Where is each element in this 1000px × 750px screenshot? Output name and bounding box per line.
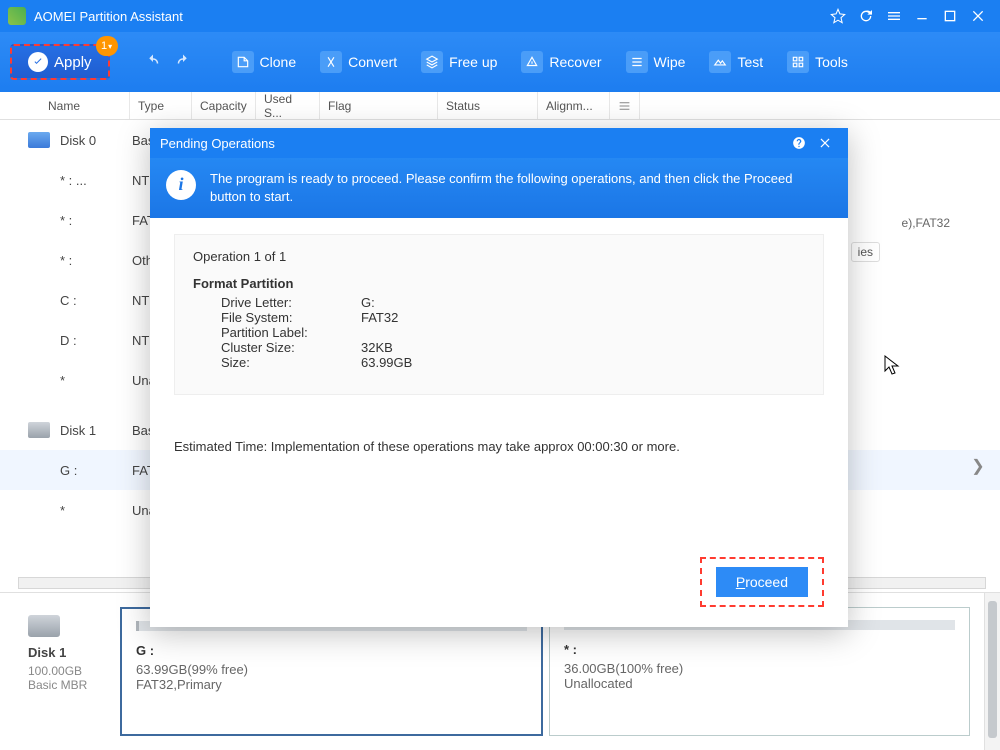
partition-name: C : (60, 293, 132, 308)
tool-test[interactable]: Test (709, 51, 763, 73)
disk-icon (28, 132, 50, 148)
minimize-icon[interactable] (908, 2, 936, 30)
detail-label: Size: (221, 355, 361, 370)
proceed-button[interactable]: Proceed (716, 567, 808, 597)
detail-label: Cluster Size: (221, 340, 361, 355)
header-alignment[interactable]: Alignm... (538, 92, 610, 119)
disk-table-header: Name Type Capacity Used S... Flag Status… (0, 92, 1000, 120)
header-name[interactable]: Name (0, 92, 130, 119)
help-icon[interactable] (786, 136, 812, 150)
disk-icon (28, 615, 60, 637)
header-columns-icon[interactable] (610, 92, 640, 119)
expand-arrow-icon[interactable]: ❯ (968, 456, 988, 476)
partition-name: * : (60, 213, 132, 228)
main-toolbar: Apply 1 Clone Convert Free up Recover Wipe Te… (0, 32, 1000, 92)
header-flag[interactable]: Flag (320, 92, 438, 119)
tool-label: Clone (260, 54, 297, 70)
disk-summary-name: Disk 1 (28, 645, 120, 660)
titlebar: AOMEI Partition Assistant (0, 0, 1000, 32)
disk-name: Disk 1 (60, 423, 132, 438)
app-title: AOMEI Partition Assistant (34, 9, 183, 24)
header-used[interactable]: Used S... (256, 92, 320, 119)
v-scrollbar[interactable] (984, 593, 1000, 750)
partition-name: G : (60, 463, 132, 478)
tool-label: Free up (449, 54, 497, 70)
convert-icon (320, 51, 342, 73)
tool-clone[interactable]: Clone (232, 51, 297, 73)
part-box-size: 36.00GB(100% free) (564, 661, 955, 676)
header-capacity[interactable]: Capacity (192, 92, 256, 119)
operation-count: Operation 1 of 1 (193, 249, 805, 264)
partition-name: * (60, 373, 132, 388)
detail-value: G: (361, 295, 375, 310)
tool-convert[interactable]: Convert (320, 51, 397, 73)
detail-value: FAT32 (361, 310, 398, 325)
operation-detail-row: Partition Label: (221, 325, 805, 340)
disk-name: Disk 0 (60, 133, 132, 148)
header-status[interactable]: Status (438, 92, 538, 119)
app-logo-icon (8, 7, 26, 25)
disk-summary-type: Basic MBR (28, 678, 120, 692)
tool-tools[interactable]: Tools (787, 51, 848, 73)
detail-label: Partition Label: (221, 325, 361, 340)
partition-name: * : ... (60, 173, 132, 188)
tool-label: Recover (549, 54, 601, 70)
dialog-titlebar[interactable]: Pending Operations (150, 128, 848, 158)
partition-name: * : (60, 253, 132, 268)
apply-button[interactable]: Apply 1 (10, 44, 110, 80)
part-box-fs: FAT32,Primary (136, 677, 527, 692)
detail-value: 32KB (361, 340, 393, 355)
detail-value: 63.99GB (361, 355, 412, 370)
tool-label: Tools (815, 54, 848, 70)
disk-icon (28, 422, 50, 438)
operation-detail-row: Cluster Size:32KB (221, 340, 805, 355)
redo-button[interactable] (172, 51, 194, 73)
truncated-label: e),FAT32 (902, 216, 950, 230)
info-icon: i (166, 170, 196, 200)
test-icon (709, 51, 731, 73)
detail-label: File System: (221, 310, 361, 325)
fav-icon[interactable] (824, 2, 852, 30)
tool-label: Convert (348, 54, 397, 70)
disk-summary-size: 100.00GB (28, 664, 120, 678)
dialog-close-icon[interactable] (812, 136, 838, 150)
cursor-icon (884, 355, 900, 375)
tool-wipe[interactable]: Wipe (626, 51, 686, 73)
operation-detail-row: File System:FAT32 (221, 310, 805, 325)
part-box-fs: Unallocated (564, 676, 955, 691)
part-box-name: G : (136, 643, 527, 658)
recover-icon (521, 51, 543, 73)
part-box-size: 63.99GB(99% free) (136, 662, 527, 677)
tool-free-up[interactable]: Free up (421, 51, 497, 73)
dialog-title: Pending Operations (160, 136, 275, 151)
tools-icon (787, 51, 809, 73)
apply-label: Apply (54, 54, 92, 71)
properties-button[interactable]: ies (851, 242, 880, 262)
refresh-icon[interactable] (852, 2, 880, 30)
operation-detail-row: Drive Letter:G: (221, 295, 805, 310)
estimated-time: Estimated Time: Implementation of these … (174, 439, 824, 454)
partition-name: D : (60, 333, 132, 348)
operation-title: Format Partition (193, 276, 805, 291)
maximize-icon[interactable] (936, 2, 964, 30)
check-icon (28, 52, 48, 72)
tool-label: Wipe (654, 54, 686, 70)
wipe-icon (626, 51, 648, 73)
menu-icon[interactable] (880, 2, 908, 30)
detail-label: Drive Letter: (221, 295, 361, 310)
close-icon[interactable] (964, 2, 992, 30)
pending-operations-dialog: Pending Operations i The program is read… (150, 128, 848, 627)
header-type[interactable]: Type (130, 92, 192, 119)
operation-detail-row: Size:63.99GB (221, 355, 805, 370)
tool-label: Test (737, 54, 763, 70)
clone-icon (232, 51, 254, 73)
apply-badge[interactable]: 1 (96, 36, 118, 56)
proceed-highlight: Proceed (700, 557, 824, 607)
undo-button[interactable] (142, 51, 164, 73)
tool-recover[interactable]: Recover (521, 51, 601, 73)
partition-name: * (60, 503, 132, 518)
free up-icon (421, 51, 443, 73)
part-box-name: * : (564, 642, 955, 657)
dialog-message: The program is ready to proceed. Please … (210, 170, 832, 206)
